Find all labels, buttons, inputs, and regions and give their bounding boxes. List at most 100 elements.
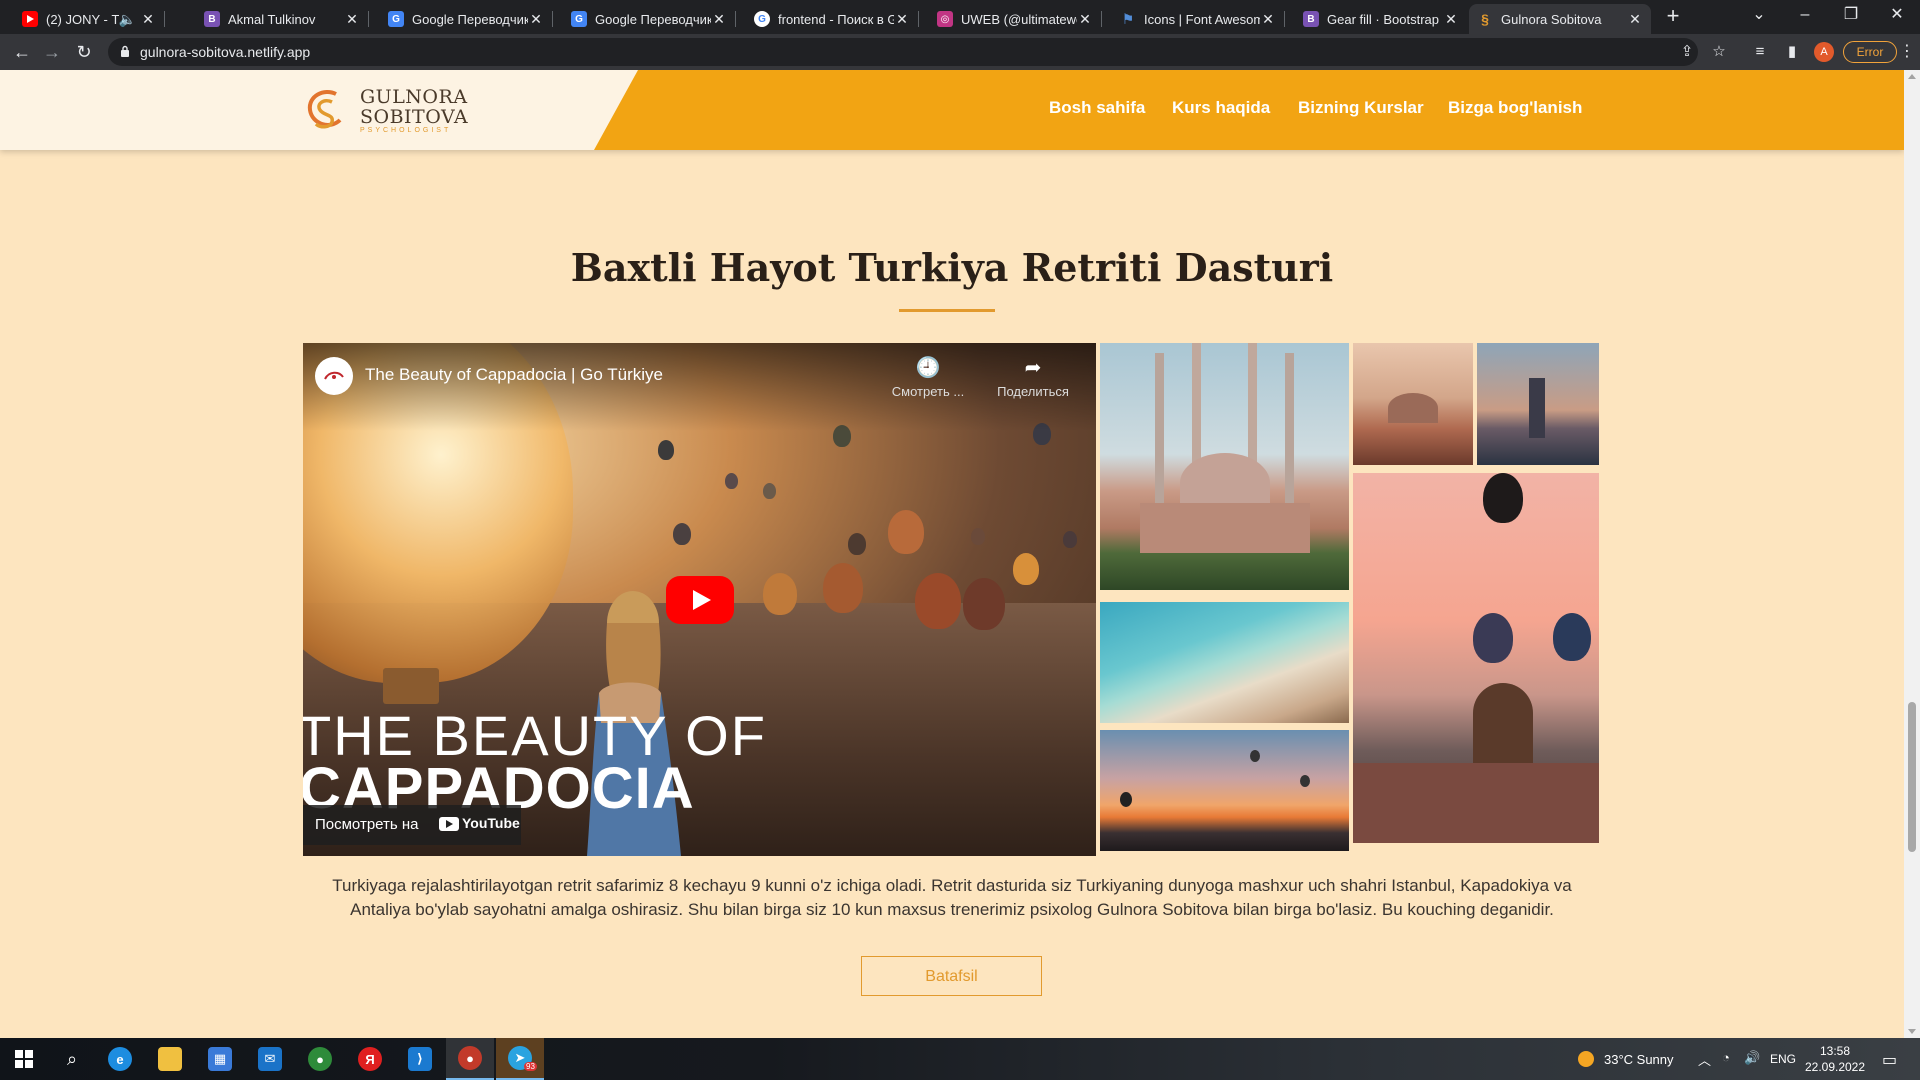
speaker-icon[interactable]: 🔈 xyxy=(119,11,136,28)
menu-kebab-icon[interactable]: ⋮ xyxy=(1899,42,1915,62)
tab-title: Google Переводчик xyxy=(595,11,711,27)
minimize-button[interactable]: – xyxy=(1782,0,1828,34)
tab-bootstrap-icons[interactable]: B Gear fill · Bootstrap Ico ✕ xyxy=(1295,4,1467,34)
description-text: Turkiyaga rejalashtirilayotgan retrit sa… xyxy=(332,876,1572,919)
close-icon[interactable]: ✕ xyxy=(1627,11,1643,28)
clock[interactable]: 13:58 22.09.2022 xyxy=(1800,1043,1870,1075)
telegram-icon[interactable]: ➤ 93 xyxy=(496,1038,544,1080)
restore-button[interactable]: ❐ xyxy=(1828,0,1874,34)
balloon xyxy=(1483,473,1523,523)
close-icon[interactable]: ✕ xyxy=(140,11,156,28)
clock-date: 22.09.2022 xyxy=(1804,1060,1866,1074)
google-translate-icon: G xyxy=(571,11,587,27)
volume-icon[interactable]: 🔊 xyxy=(1744,1050,1760,1066)
edge-icon[interactable]: e xyxy=(96,1038,144,1080)
close-icon[interactable]: ✕ xyxy=(711,11,727,28)
new-tab-button[interactable]: + xyxy=(1661,4,1685,30)
watch-later-button[interactable]: 🕘 Смотреть ... xyxy=(888,355,968,399)
tab-gulnora-sobitova[interactable]: § Gulnora Sobitova ✕ xyxy=(1469,4,1651,34)
side-panel-icon[interactable]: ▮ xyxy=(1782,42,1802,62)
browser-tab-bar: (2) JONY - Титры 🔈 ✕ B Akmal Tulkinov ✕ … xyxy=(0,0,1920,34)
watch-on-youtube-bar[interactable]: Посмотреть на YouTube xyxy=(303,805,521,845)
tray-chevron-icon[interactable]: ︿ xyxy=(1698,1050,1711,1069)
tab-google-search[interactable]: G frontend - Поиск в Goo ✕ xyxy=(746,4,919,34)
close-window-button[interactable]: ✕ xyxy=(1874,0,1920,34)
logo-line-1: GULNORA xyxy=(360,86,468,108)
browser-toolbar: ← → ↻ gulnora-sobitova.netlify.app ⇪ ☆ ≡… xyxy=(0,34,1920,70)
nav-about-course[interactable]: Kurs haqida xyxy=(1172,98,1270,118)
tab-title: Akmal Tulkinov xyxy=(228,11,316,27)
scroll-down-arrow[interactable] xyxy=(1908,1029,1916,1034)
share-icon[interactable]: ⇪ xyxy=(1678,43,1696,61)
tab-akmal[interactable]: B Akmal Tulkinov ✕ xyxy=(196,4,369,34)
notification-icon[interactable]: ▭ xyxy=(1882,1050,1897,1070)
channel-avatar[interactable] xyxy=(315,357,353,395)
close-icon[interactable]: ✕ xyxy=(1260,11,1276,28)
tab-font-awesome[interactable]: ⚑ Icons | Font Awesome ✕ xyxy=(1112,4,1285,34)
close-icon[interactable]: ✕ xyxy=(1443,11,1459,28)
tab-google-translate-2[interactable]: G Google Переводчик ✕ xyxy=(563,4,736,34)
watch-on-label: Посмотреть на xyxy=(315,816,419,833)
gallery-photo-mosque[interactable] xyxy=(1100,343,1349,590)
close-icon[interactable]: ✕ xyxy=(894,11,910,28)
clock-time: 13:58 xyxy=(1819,1044,1851,1058)
reload-button[interactable]: ↻ xyxy=(70,38,98,66)
more-details-button[interactable]: Batafsil xyxy=(861,956,1042,996)
tab-instagram[interactable]: ◎ UWEB (@ultimateweb ✕ xyxy=(929,4,1102,34)
video-balloon xyxy=(763,573,797,615)
nav-home[interactable]: Bosh sahifa xyxy=(1049,98,1145,118)
page-scrollbar[interactable] xyxy=(1904,70,1920,1038)
site-logo[interactable]: GULNORA SOBITOVA PSYCHOLOGIST xyxy=(302,84,482,136)
tab-separator xyxy=(552,11,553,27)
search-icon[interactable]: ⌕ xyxy=(48,1038,96,1080)
gallery-photo-maiden-tower[interactable] xyxy=(1477,343,1599,465)
store-icon[interactable]: ▦ xyxy=(196,1038,244,1080)
gallery-photo-balloons-dusk[interactable] xyxy=(1100,730,1349,851)
balloon xyxy=(1473,613,1513,663)
video-balloon xyxy=(915,573,961,629)
profile-avatar[interactable]: A xyxy=(1814,42,1834,62)
youtube-video-embed[interactable]: The Beauty of Cappadocia | Go Türkiye 🕘 … xyxy=(303,343,1096,856)
minaret xyxy=(1285,353,1294,523)
weather-text[interactable]: 33°C Sunny xyxy=(1604,1052,1674,1067)
gallery-photo-cappadocia-sunset[interactable] xyxy=(1353,473,1599,843)
url-text: gulnora-sobitova.netlify.app xyxy=(140,44,311,60)
windows-start-icon[interactable] xyxy=(0,1038,48,1080)
close-icon[interactable]: ✕ xyxy=(344,11,360,28)
instagram-icon: ◎ xyxy=(937,11,953,27)
error-badge[interactable]: Error xyxy=(1843,41,1897,63)
reading-list-icon[interactable]: ≡ xyxy=(1750,42,1770,62)
play-button[interactable] xyxy=(666,576,734,624)
balloon xyxy=(1250,750,1260,762)
tab-search-chevron-icon[interactable]: ⌄ xyxy=(1736,0,1782,34)
share-button[interactable]: ➦ Поделиться xyxy=(988,355,1078,399)
gallery-photo-antalya-beach[interactable] xyxy=(1100,602,1349,723)
weather-sun-icon[interactable] xyxy=(1578,1051,1594,1067)
scroll-up-arrow[interactable] xyxy=(1908,74,1916,79)
chrome-active-icon[interactable]: ● xyxy=(446,1038,494,1080)
network-icon[interactable]: ◔ xyxy=(1722,1050,1730,1065)
forward-button[interactable]: → xyxy=(38,38,66,66)
tab-youtube[interactable]: (2) JONY - Титры 🔈 ✕ xyxy=(14,4,165,34)
bookmark-star-icon[interactable]: ☆ xyxy=(1710,43,1728,61)
vscode-icon[interactable]: ⟩ xyxy=(396,1038,444,1080)
scrollbar-thumb[interactable] xyxy=(1908,702,1916,852)
bootstrap-icon: B xyxy=(204,11,220,27)
address-bar[interactable]: gulnora-sobitova.netlify.app ⇪ ☆ xyxy=(108,38,1726,66)
video-title[interactable]: The Beauty of Cappadocia | Go Türkiye xyxy=(365,365,663,385)
yandex-icon[interactable]: Я xyxy=(346,1038,394,1080)
tab-google-translate-1[interactable]: G Google Переводчик ✕ xyxy=(380,4,553,34)
tab-separator xyxy=(368,11,369,27)
nav-our-courses[interactable]: Bizning Kurslar xyxy=(1298,98,1424,118)
file-explorer-icon[interactable] xyxy=(146,1038,194,1080)
chrome-icon[interactable]: ● xyxy=(296,1038,344,1080)
back-button[interactable]: ← xyxy=(8,38,36,66)
close-icon[interactable]: ✕ xyxy=(528,11,544,28)
nav-contact[interactable]: Bizga bog'lanish xyxy=(1448,98,1582,118)
gallery-photo-istanbul[interactable] xyxy=(1353,343,1473,465)
close-icon[interactable]: ✕ xyxy=(1077,11,1093,28)
language-indicator[interactable]: ENG xyxy=(1770,1052,1796,1066)
video-balloon xyxy=(963,578,1005,630)
mail-icon[interactable]: ✉ xyxy=(246,1038,294,1080)
share-arrow-icon: ➦ xyxy=(1024,357,1042,379)
